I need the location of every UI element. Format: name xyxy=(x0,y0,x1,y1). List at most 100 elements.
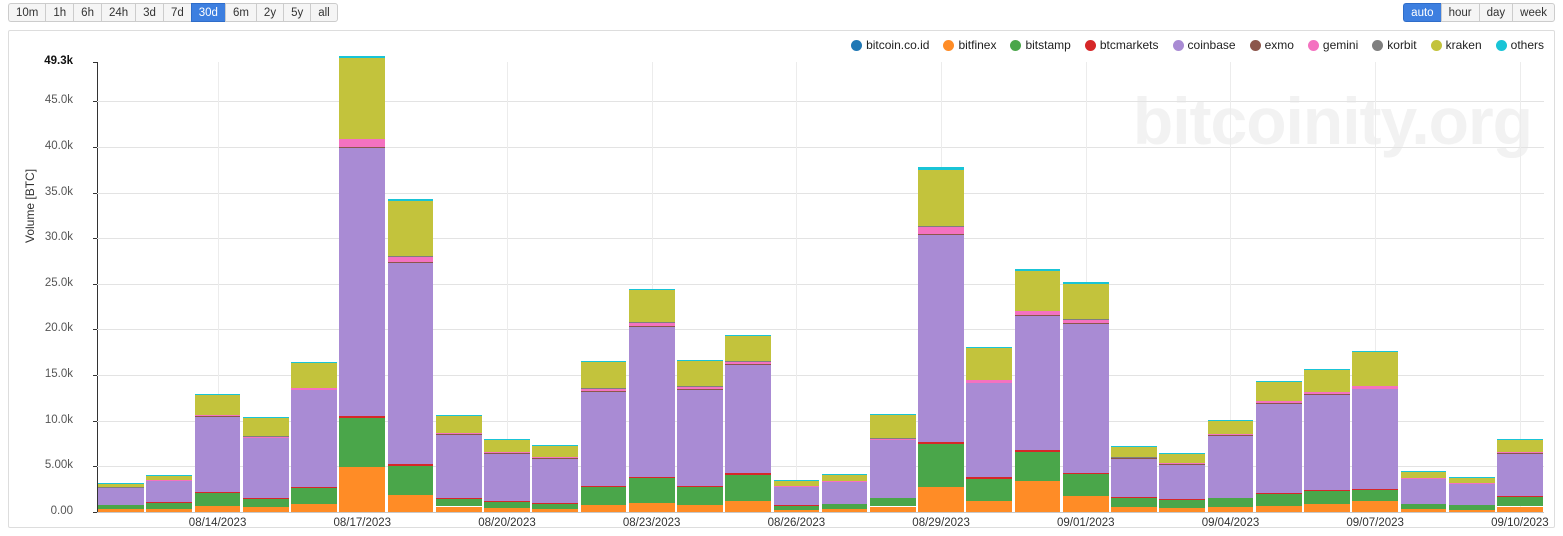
bar-column[interactable] xyxy=(1448,476,1495,512)
bar-segment-btcmarkets xyxy=(1207,497,1254,499)
bar-segment-bitstamp xyxy=(1159,499,1206,508)
bar-column[interactable] xyxy=(773,480,820,512)
range-btn-6m[interactable]: 6m xyxy=(224,3,256,22)
y-tick-label: 49.3k xyxy=(44,55,73,67)
bar-column[interactable] xyxy=(1014,269,1061,512)
bar-segment-bitstamp xyxy=(387,466,434,495)
bar-segment-coinbase xyxy=(339,148,386,416)
bar-column[interactable] xyxy=(387,198,434,512)
bar-column[interactable] xyxy=(1207,420,1254,512)
bar-column[interactable] xyxy=(869,413,916,512)
legend-color-dot-icon xyxy=(1430,39,1442,51)
legend-item-others[interactable]: others xyxy=(1495,38,1544,52)
bar-column[interactable] xyxy=(580,360,627,512)
bar-column[interactable] xyxy=(725,334,771,512)
range-btn-7d[interactable]: 7d xyxy=(162,3,191,22)
legend-item-kraken[interactable]: kraken xyxy=(1430,38,1482,52)
bar-column[interactable] xyxy=(532,444,579,512)
bar-segment-coinbase xyxy=(1159,464,1206,499)
bar-column[interactable] xyxy=(966,346,1013,512)
bar-segment-coinbase xyxy=(773,486,820,506)
bar-column[interactable] xyxy=(1304,368,1350,512)
bar-segment-bitstamp xyxy=(146,502,193,509)
bar-segment-bitstamp xyxy=(98,505,144,510)
legend-item-gemini[interactable]: gemini xyxy=(1307,38,1358,52)
bar-segment-bitfinex xyxy=(1207,507,1254,512)
bar-column[interactable] xyxy=(1400,471,1447,512)
bar-segment-bitfinex xyxy=(1304,503,1350,512)
bar-segment-gemini xyxy=(1304,391,1350,395)
x-tick-label: 09/04/2023 xyxy=(1201,517,1260,529)
legend-item-coinbase[interactable]: coinbase xyxy=(1172,38,1236,52)
res-btn-week[interactable]: week xyxy=(1512,3,1555,22)
bar-column[interactable] xyxy=(1497,439,1543,512)
bar-segment-coinbase xyxy=(146,480,193,502)
legend-item-bitfinex[interactable]: bitfinex xyxy=(943,38,996,52)
bar-column[interactable] xyxy=(242,416,289,512)
bar-segment-bitfinex xyxy=(339,467,386,512)
range-btn-6h[interactable]: 6h xyxy=(73,3,101,22)
range-btn-10m[interactable]: 10m xyxy=(8,3,46,22)
bar-column[interactable] xyxy=(628,289,675,512)
range-btn-24h[interactable]: 24h xyxy=(100,3,136,22)
res-btn-auto[interactable]: auto xyxy=(1403,3,1441,22)
bar-segment-bitfinex xyxy=(1352,501,1399,512)
bar-segment-others xyxy=(1448,476,1495,478)
x-tick-label: 09/07/2023 xyxy=(1346,517,1404,529)
bar-column[interactable] xyxy=(1255,380,1302,512)
bar-column[interactable] xyxy=(98,483,144,512)
legend-item-korbit[interactable]: korbit xyxy=(1372,38,1417,52)
bar-segment-others xyxy=(339,55,386,59)
bar-column[interactable] xyxy=(146,474,193,512)
legend-item-btcmarkets[interactable]: btcmarkets xyxy=(1084,38,1159,52)
bar-column[interactable] xyxy=(435,415,482,512)
bar-segment-coinbase xyxy=(1014,315,1061,451)
bar-segment-bitstamp xyxy=(1448,505,1495,510)
chart-legend[interactable]: bitcoin.co.id bitfinex bitstamp btcmarkets c… xyxy=(851,36,1544,54)
bar-column[interactable] xyxy=(291,362,337,512)
bar-segment-others xyxy=(966,346,1013,348)
bar-segment-others xyxy=(387,198,434,201)
bar-segment-bitfinex xyxy=(1111,506,1157,512)
resolution-selector[interactable]: auto hour day week xyxy=(1403,3,1555,22)
bar-segment-gemini xyxy=(532,457,579,459)
time-range-selector[interactable]: 10m 1h 6h 24h 3d 7d 30d 6m 2y 5y all xyxy=(8,3,338,22)
res-btn-hour[interactable]: hour xyxy=(1440,3,1479,22)
range-btn-3d[interactable]: 3d xyxy=(135,3,163,22)
bar-segment-bitfinex xyxy=(1159,507,1206,512)
bar-segment-coinbase xyxy=(532,458,579,504)
bar-segment-coinbase xyxy=(1352,389,1399,489)
bar-segment-coinbase xyxy=(677,389,723,487)
legend-item-bitcoin-co-id[interactable]: bitcoin.co.id xyxy=(851,38,929,52)
bar-segment-btcmarkets xyxy=(291,487,337,489)
bar-segment-gemini xyxy=(580,388,627,391)
bar-column[interactable] xyxy=(484,438,530,512)
range-btn-30d[interactable]: 30d xyxy=(190,3,225,22)
bar-column[interactable] xyxy=(1111,445,1157,512)
res-btn-day[interactable]: day xyxy=(1478,3,1513,22)
bar-segment-bitfinex xyxy=(677,504,723,512)
bar-segment-kraken xyxy=(628,290,675,323)
bar-column[interactable] xyxy=(918,167,964,512)
bar-column[interactable] xyxy=(821,474,868,512)
bar-segment-btcmarkets xyxy=(339,415,386,418)
range-btn-all[interactable]: all xyxy=(310,3,338,22)
range-btn-1h[interactable]: 1h xyxy=(45,3,74,22)
legend-item-bitstamp[interactable]: bitstamp xyxy=(1010,38,1071,52)
bar-segment-others xyxy=(628,289,675,291)
bar-segment-coinbase xyxy=(435,434,482,499)
bar-column[interactable] xyxy=(194,393,241,512)
legend-item-exmo[interactable]: exmo xyxy=(1249,38,1294,52)
bar-column[interactable] xyxy=(677,359,723,512)
range-btn-5y[interactable]: 5y xyxy=(283,3,311,22)
bar-segment-kraken xyxy=(1497,440,1543,453)
bar-segment-gemini xyxy=(387,256,434,263)
bar-column[interactable] xyxy=(1159,453,1206,512)
bar-column[interactable] xyxy=(1352,351,1399,512)
bar-segment-others xyxy=(918,167,964,170)
bar-segment-kraken xyxy=(773,481,820,487)
bar-column[interactable] xyxy=(339,55,386,512)
range-btn-2y[interactable]: 2y xyxy=(255,3,284,22)
bar-segment-kraken xyxy=(1062,283,1109,320)
bar-column[interactable] xyxy=(1062,282,1109,512)
